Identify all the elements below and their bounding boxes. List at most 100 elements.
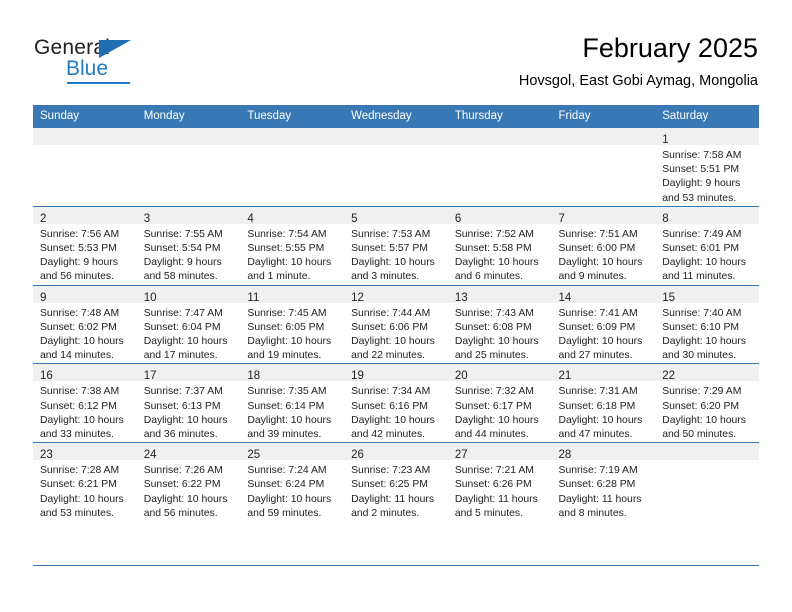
calendar-day-cell[interactable]: 17 Sunrise: 7:37 AM Sunset: 6:13 PM Dayligh… — [136, 363, 241, 443]
sunrise-text: Sunrise: 7:35 AM — [247, 386, 327, 398]
daylight-text: Daylight: 10 hours — [351, 414, 435, 426]
calendar-day-cell[interactable]: 26 Sunrise: 7:23 AM Sunset: 6:25 PM Dayligh… — [344, 442, 448, 522]
day-number: 8 — [662, 212, 669, 225]
day-number: 2 — [40, 212, 47, 225]
sunset-text: Sunset: 6:24 PM — [247, 479, 325, 491]
calendar-day-cell[interactable]: 4 Sunrise: 7:54 AM Sunset: 5:55 PM Daylight… — [240, 205, 345, 286]
weekday-header-friday: Friday — [551, 105, 656, 128]
calendar-day-cell[interactable]: 11 Sunrise: 7:45 AM Sunset: 6:05 PM Dayligh… — [240, 284, 345, 364]
daylight-text: Daylight: 11 hours — [454, 493, 538, 505]
calendar-day-cell[interactable]: 27 Sunrise: 7:21 AM Sunset: 6:26 PM Dayligh… — [447, 442, 552, 522]
page-title: February 2025 — [582, 33, 758, 63]
sunset-text: Sunset: 5:57 PM — [351, 243, 428, 255]
sunrise-text: Sunrise: 7:31 AM — [558, 386, 638, 398]
day-number-band — [551, 128, 656, 145]
calendar-week-row: 2 Sunrise: 7:56 AM Sunset: 5:53 PM Daylight… — [33, 205, 759, 286]
calendar-day-cell[interactable]: 15 Sunrise: 7:40 AM Sunset: 6:10 PM Dayligh… — [655, 284, 759, 364]
calendar-day-cell[interactable]: 12 Sunrise: 7:44 AM Sunset: 6:06 PM Dayligh… — [344, 284, 448, 364]
calendar-day-cell[interactable]: 10 Sunrise: 7:47 AM Sunset: 6:04 PM Dayligh… — [136, 284, 241, 364]
calendar-day-cell[interactable]: 24 Sunrise: 7:26 AM Sunset: 6:22 PM Dayligh… — [136, 442, 241, 522]
daylight-text: and 5 minutes. — [454, 507, 523, 519]
day-number-band: 12 — [344, 285, 448, 304]
daylight-text: and 11 minutes. — [662, 271, 736, 283]
daylight-text: and 9 minutes. — [558, 271, 627, 283]
day-number: 13 — [454, 291, 468, 304]
weekday-header-sunday: Sunday — [33, 105, 137, 128]
daylight-text: and 8 minutes. — [558, 507, 627, 519]
daylight-text: Daylight: 10 hours — [558, 414, 643, 426]
calendar-day-cell[interactable]: 23 Sunrise: 7:28 AM Sunset: 6:21 PM Dayligh… — [33, 442, 137, 522]
daylight-text: and 47 minutes. — [558, 429, 633, 441]
sunrise-text: Sunrise: 7:24 AM — [247, 465, 327, 477]
daylight-text: Daylight: 9 hours — [143, 257, 222, 269]
calendar-day-cell[interactable]: 8 Sunrise: 7:49 AM Sunset: 6:01 PM Daylight… — [655, 205, 759, 286]
daylight-text: and 17 minutes. — [143, 350, 218, 362]
day-detail-text: Sunrise: 7:37 AM Sunset: 6:13 PM Daylight:… — [137, 381, 241, 442]
title-block: February 2025 Hovsgol, East Gobi Aymag, … — [519, 32, 758, 92]
calendar-day-cell[interactable]: 22 Sunrise: 7:29 AM Sunset: 6:20 PM Dayligh… — [655, 363, 759, 443]
calendar-day-cell[interactable]: 21 Sunrise: 7:31 AM Sunset: 6:18 PM Dayligh… — [551, 363, 656, 443]
day-detail-text: Sunrise: 7:52 AM Sunset: 5:58 PM Daylight:… — [448, 224, 552, 285]
day-detail-text: Sunrise: 7:26 AM Sunset: 6:22 PM Daylight:… — [137, 460, 241, 521]
calendar-day-cell[interactable]: 6 Sunrise: 7:52 AM Sunset: 5:58 PM Daylight… — [447, 205, 552, 286]
daylight-text: and 53 minutes. — [40, 507, 114, 519]
daylight-text: and 50 minutes. — [662, 429, 737, 441]
daylight-text: Daylight: 10 hours — [662, 336, 746, 348]
calendar-day-cell[interactable]: 20 Sunrise: 7:32 AM Sunset: 6:17 PM Dayligh… — [447, 363, 552, 443]
daylight-text: and 6 minutes. — [454, 271, 523, 283]
calendar-table: Sunday Monday Tuesday Wednesday Thursday Frid… — [33, 105, 759, 522]
calendar-day-cell-empty — [33, 128, 137, 207]
calendar-day-cell[interactable]: 13 Sunrise: 7:43 AM Sunset: 6:08 PM Dayligh… — [447, 284, 552, 364]
sunset-text: Sunset: 6:12 PM — [40, 400, 117, 412]
calendar-day-cell[interactable]: 14 Sunrise: 7:41 AM Sunset: 6:09 PM Dayligh… — [551, 284, 656, 364]
day-number: 6 — [454, 212, 462, 225]
daylight-text: and 30 minutes. — [662, 350, 737, 362]
day-number-band: 5 — [344, 206, 448, 225]
calendar-day-cell-empty — [344, 128, 448, 207]
calendar-day-cell[interactable]: 7 Sunrise: 7:51 AM Sunset: 6:00 PM Daylight… — [551, 205, 656, 286]
calendar-week-row: 1 Sunrise: 7:58 AM Sunset: 5:51 PM Daylight… — [33, 128, 759, 207]
day-number: 5 — [351, 212, 358, 225]
day-number-band — [240, 128, 345, 145]
day-number: 26 — [351, 449, 364, 462]
daylight-text: and 19 minutes. — [247, 350, 322, 362]
calendar-day-cell[interactable]: 5 Sunrise: 7:53 AM Sunset: 5:57 PM Daylight… — [344, 205, 448, 286]
day-number-band — [344, 128, 448, 145]
day-detail-text: Sunrise: 7:34 AM Sunset: 6:16 PM Daylight:… — [344, 381, 448, 442]
calendar-day-cell[interactable]: 18 Sunrise: 7:35 AM Sunset: 6:14 PM Dayligh… — [240, 363, 345, 443]
calendar-day-cell[interactable]: 25 Sunrise: 7:24 AM Sunset: 6:24 PM Dayligh… — [240, 442, 345, 522]
sunrise-text: Sunrise: 7:19 AM — [558, 465, 638, 477]
sunset-text: Sunset: 6:26 PM — [454, 479, 532, 491]
general-blue-logo[interactable]: General Blue — [34, 36, 214, 88]
daylight-text: and 33 minutes. — [40, 429, 114, 441]
calendar-day-cell[interactable]: 16 Sunrise: 7:38 AM Sunset: 6:12 PM Dayligh… — [33, 363, 137, 443]
sunset-text: Sunset: 6:17 PM — [454, 400, 532, 412]
day-number-band: 1 — [655, 128, 759, 146]
day-detail-text: Sunrise: 7:48 AM Sunset: 6:02 PM Daylight:… — [33, 303, 137, 364]
daylight-text: Daylight: 10 hours — [454, 336, 539, 348]
daylight-text: and 22 minutes. — [351, 350, 426, 362]
calendar-day-cell[interactable]: 1 Sunrise: 7:58 AM Sunset: 5:51 PM Daylight… — [655, 128, 759, 207]
day-detail-text — [344, 145, 448, 149]
day-detail-text: Sunrise: 7:54 AM Sunset: 5:55 PM Daylight:… — [240, 224, 344, 285]
page-header: General Blue February 2025 Hovsgol, East… — [34, 32, 758, 100]
day-detail-text: Sunrise: 7:24 AM Sunset: 6:24 PM Daylight:… — [240, 460, 344, 521]
day-number-band: 17 — [136, 364, 241, 382]
sunset-text: Sunset: 6:04 PM — [143, 321, 221, 333]
calendar-day-cell[interactable]: 9 Sunrise: 7:48 AM Sunset: 6:02 PM Daylight… — [33, 284, 137, 364]
sunset-text: Sunset: 6:06 PM — [351, 321, 428, 333]
day-number: 19 — [351, 370, 364, 383]
day-detail-text — [240, 145, 344, 149]
day-number-band: 26 — [344, 443, 448, 462]
calendar-day-cell[interactable]: 19 Sunrise: 7:34 AM Sunset: 6:16 PM Dayligh… — [344, 363, 448, 443]
weekday-header-monday: Monday — [136, 105, 241, 128]
calendar-day-cell[interactable]: 28 Sunrise: 7:19 AM Sunset: 6:28 PM Dayligh… — [551, 442, 656, 522]
daylight-text: Daylight: 10 hours — [40, 493, 124, 505]
day-number-band: 6 — [447, 206, 552, 225]
day-number-band: 14 — [551, 285, 656, 304]
daylight-text: and 27 minutes. — [558, 350, 633, 362]
calendar-day-cell[interactable]: 2 Sunrise: 7:56 AM Sunset: 5:53 PM Daylight… — [33, 205, 137, 286]
calendar-day-cell[interactable]: 3 Sunrise: 7:55 AM Sunset: 5:54 PM Daylight… — [136, 205, 241, 286]
sunrise-text: Sunrise: 7:40 AM — [662, 307, 742, 319]
day-detail-text: Sunrise: 7:28 AM Sunset: 6:21 PM Daylight:… — [33, 460, 137, 521]
